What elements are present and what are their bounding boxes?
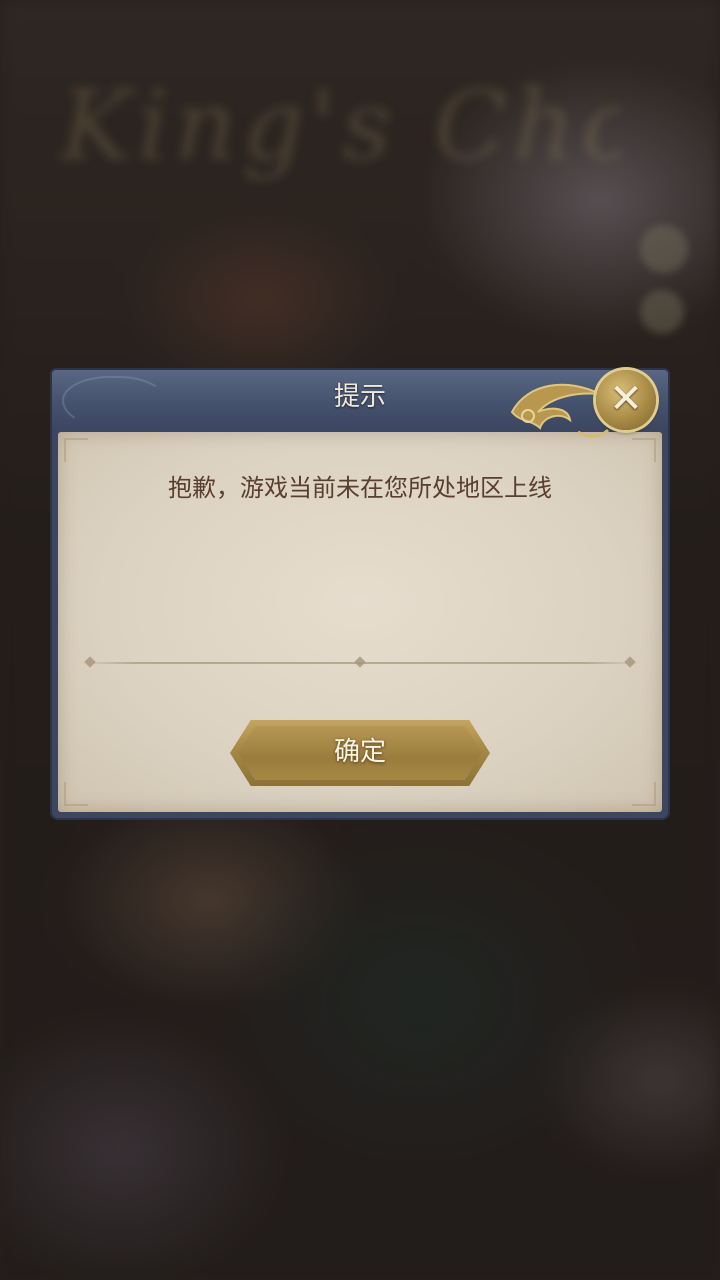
- corner-ornament: [632, 438, 656, 462]
- close-button[interactable]: ✕: [596, 370, 656, 430]
- corner-ornament: [64, 438, 88, 462]
- confirm-button-label: 确定: [333, 737, 386, 767]
- corner-ornament: [64, 782, 88, 806]
- confirm-button[interactable]: 确定: [222, 716, 498, 790]
- dialog-message: 抱歉，游戏当前未在您所处地区上线: [168, 474, 552, 502]
- game-screen: King's Choice 提示 抱歉，游戏当前未在您所处地区上线 确定: [0, 0, 720, 1280]
- close-x-icon: ✕: [609, 376, 643, 422]
- corner-ornament: [632, 782, 656, 806]
- ornamental-divider: [80, 656, 640, 668]
